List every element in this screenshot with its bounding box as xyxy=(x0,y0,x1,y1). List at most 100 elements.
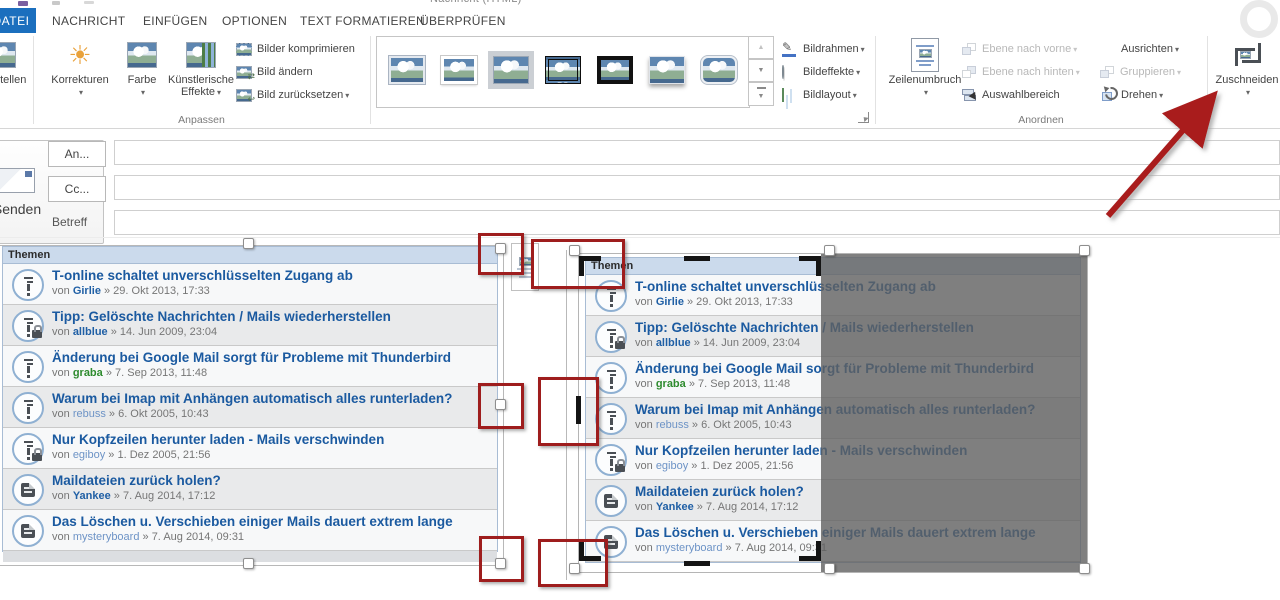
topic-announce-icon xyxy=(12,515,44,547)
resize-handle-bottom-right[interactable] xyxy=(1079,563,1090,574)
styles-dialog-launcher-icon[interactable] xyxy=(858,112,869,123)
annotation-box-crop-middle-left xyxy=(538,377,599,446)
topic-author-link[interactable]: Girlie xyxy=(656,296,684,308)
quick-access-icon[interactable] xyxy=(52,1,60,5)
gallery-scroll-down-button[interactable]: ▼ xyxy=(748,59,774,82)
picture-style-plain-shadow[interactable] xyxy=(645,45,689,95)
lock-icon xyxy=(32,453,42,461)
picture-border-button[interactable]: ✎ Bildrahmen xyxy=(782,39,865,59)
tab-ueberpruefen[interactable]: ÜBERPRÜFEN xyxy=(420,8,506,33)
cc-input[interactable] xyxy=(114,175,1280,200)
ribbon-format: Freistellen ☀ Korrekturen Farbe Künstler… xyxy=(0,33,1280,129)
topic-author-link[interactable]: allblue xyxy=(656,337,691,349)
resize-handle-top-center[interactable] xyxy=(824,245,835,256)
crop-icon xyxy=(1234,43,1260,67)
topic-title-link[interactable]: Warum bei Imap mit Anhängen automatisch … xyxy=(52,391,452,407)
gallery-scroll-up-button[interactable]: ▲ xyxy=(748,36,774,59)
tab-text-formatieren[interactable]: TEXT FORMATIEREN xyxy=(300,8,425,33)
crop-handle-bottom-right[interactable] xyxy=(799,541,821,561)
picture-style-frame-white-mat[interactable] xyxy=(437,45,481,95)
selection-pane-button[interactable]: Auswahlbereich xyxy=(962,85,1060,105)
topic-author-link[interactable]: rebuss xyxy=(73,408,106,420)
topic-row: Nur Kopfzeilen herunter laden - Mails ve… xyxy=(3,428,497,469)
topic-author-link[interactable]: graba xyxy=(656,378,686,390)
annotation-box-crop-bottom-left xyxy=(538,539,608,587)
corrections-button[interactable]: ☀ Korrekturen xyxy=(44,36,116,114)
topic-title-link[interactable]: Maildateien zurück holen? xyxy=(52,473,221,489)
note-icon xyxy=(21,483,35,497)
crop-handle-top-right[interactable] xyxy=(799,256,821,276)
topic-announce-icon xyxy=(595,444,627,476)
resize-handle-bottom-center[interactable] xyxy=(243,558,254,569)
tab-einfuegen[interactable]: EINFÜGEN xyxy=(143,8,207,33)
topic-announce-icon xyxy=(12,392,44,424)
topic-title-link[interactable]: Änderung bei Google Mail sorgt für Probl… xyxy=(52,350,451,366)
topic-title-link[interactable]: Das Löschen u. Verschieben einiger Mails… xyxy=(52,514,453,530)
topic-author-link[interactable]: mysteryboard xyxy=(73,531,140,543)
reset-picture-button[interactable]: ↩ Bild zurücksetzen xyxy=(236,85,349,105)
resize-handle-top-right[interactable] xyxy=(1079,245,1090,256)
picture-style-rounded-corners[interactable] xyxy=(697,45,741,95)
topic-author-link[interactable]: Yankee xyxy=(656,501,694,513)
topic-title-link[interactable]: Nur Kopfzeilen herunter laden - Mails ve… xyxy=(52,432,384,448)
tab-nachricht[interactable]: NACHRICHT xyxy=(52,8,125,33)
reset-picture-icon: ↩ xyxy=(236,89,252,102)
picture-style-shadow-box[interactable] xyxy=(489,45,533,95)
topic-author-link[interactable]: Girlie xyxy=(73,285,101,297)
picture-style-frame-thick-black[interactable] xyxy=(593,45,637,95)
crop-handle-top-center[interactable] xyxy=(684,256,710,261)
color-button[interactable]: Farbe xyxy=(118,36,166,114)
crop-button[interactable]: Zuschneiden xyxy=(1215,36,1279,114)
wrap-text-button[interactable]: Zeilenumbruch xyxy=(888,36,962,114)
remove-background-button[interactable]: Freistellen xyxy=(0,36,36,114)
body-divider xyxy=(0,237,1280,238)
picture-effects-icon xyxy=(782,66,798,79)
picture-style-frame-light[interactable] xyxy=(385,45,429,95)
picture-layout-button[interactable]: Bildlayout xyxy=(782,85,857,105)
selection-pane-icon xyxy=(962,89,977,102)
crop-handle-bottom-center[interactable] xyxy=(684,561,710,566)
topic-author-link[interactable]: Yankee xyxy=(73,490,111,502)
dropdown-arrow-icon xyxy=(77,86,83,98)
topic-author-link[interactable]: graba xyxy=(73,367,103,379)
subject-input[interactable] xyxy=(114,210,1280,235)
cropping-image-frame[interactable]: Themen T-online schaltet unverschlüsselt… xyxy=(578,253,1088,573)
compress-pictures-button[interactable]: Bilder komprimieren xyxy=(236,39,355,59)
quick-access-icon[interactable] xyxy=(84,1,94,4)
topic-title-link[interactable]: Maildateien zurück holen? xyxy=(635,484,804,500)
resize-handle-bottom-center[interactable] xyxy=(824,563,835,574)
topic-author-link[interactable]: egiboy xyxy=(656,460,688,472)
to-button[interactable]: An... xyxy=(48,141,106,167)
tab-optionen[interactable]: OPTIONEN xyxy=(222,8,287,33)
gallery-more-button[interactable]: ▼ xyxy=(748,82,774,106)
topic-author-link[interactable]: egiboy xyxy=(73,449,105,461)
to-input[interactable] xyxy=(114,140,1280,165)
picture-effects-button[interactable]: Bildeffekte xyxy=(782,62,860,82)
picture-styles-gallery xyxy=(376,36,750,108)
topic-author-link[interactable]: rebuss xyxy=(656,419,689,431)
topic-author-link[interactable]: mysteryboard xyxy=(656,542,723,554)
change-picture-button[interactable]: ⇄ Bild ändern xyxy=(236,62,313,82)
topic-title-link[interactable]: Tipp: Gelöschte Nachrichten / Mails wied… xyxy=(52,309,391,325)
picture-style-frame-double-black[interactable] xyxy=(541,45,585,95)
resize-handle-top-center[interactable] xyxy=(243,238,254,249)
note-icon xyxy=(21,524,35,538)
artistic-effects-button[interactable]: Künstlerische Effekte xyxy=(168,36,234,114)
topic-byline: von egiboy » 1. Dez 2005, 21:56 xyxy=(52,449,384,461)
group-label-anordnen: Anordnen xyxy=(875,114,1207,126)
topic-announce-icon xyxy=(12,269,44,301)
topic-announce-icon xyxy=(12,351,44,383)
topic-row: Tipp: Gelöschte Nachrichten / Mails wied… xyxy=(3,305,497,346)
align-icon xyxy=(1100,43,1116,56)
gallery-scrollbar: ▲ ▼ ▼ xyxy=(748,36,774,106)
tab-file[interactable]: DATEI xyxy=(0,8,36,33)
topic-title-link[interactable]: T-online schaltet unverschlüsselten Zuga… xyxy=(52,268,353,284)
dropdown-arrow-icon xyxy=(922,86,928,98)
rotate-button[interactable]: Drehen xyxy=(1100,85,1163,105)
cc-button[interactable]: Cc... xyxy=(48,176,106,202)
subject-label: Betreff xyxy=(52,215,87,229)
align-button[interactable]: Ausrichten xyxy=(1100,39,1179,59)
topic-byline: von allblue » 14. Jun 2009, 23:04 xyxy=(52,326,391,338)
topic-author-link[interactable]: allblue xyxy=(73,326,108,338)
quick-access-icon[interactable] xyxy=(18,1,28,6)
